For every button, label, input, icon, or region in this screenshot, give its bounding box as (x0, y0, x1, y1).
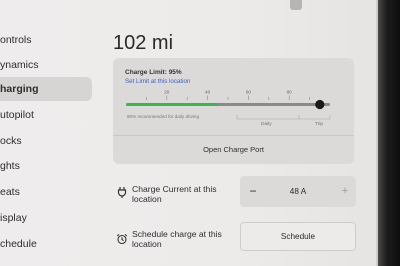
sidebar-item-label: ynamics (0, 59, 39, 71)
sidebar-item-controls[interactable]: ontrols (0, 28, 92, 52)
sidebar-item-label: ocks (0, 135, 22, 147)
sidebar-item-dynamics[interactable]: ynamics (0, 53, 92, 77)
alarm-clock-icon (116, 233, 128, 245)
open-charge-port-button[interactable]: Open Charge Port (113, 136, 354, 164)
range-display: 102 mi (113, 32, 174, 54)
schedule-button[interactable]: Schedule (240, 222, 356, 251)
schedule-charge-label: Schedule charge at this location (132, 229, 222, 249)
sidebar-item-label: eats (0, 186, 20, 198)
decrease-current-button[interactable]: − (246, 176, 260, 207)
sidebar-item-label: harging (0, 83, 39, 95)
top-tab (290, 0, 302, 10)
sidebar-item-label: isplay (0, 212, 27, 224)
sidebar-item-charging[interactable]: harging (0, 77, 92, 101)
sidebar-item-display[interactable]: isplay (0, 206, 92, 230)
charge-current-stepper: − 48 A + (240, 176, 356, 207)
charge-current-value: 48 A (289, 187, 307, 196)
sidebar-item-autopilot[interactable]: utopilot (0, 103, 92, 127)
sidebar-item-label: ghts (0, 160, 20, 172)
sidebar-item-label: chedule (0, 238, 37, 250)
trip-label: Trip (315, 122, 324, 127)
sidebar-item-label: utopilot (0, 109, 34, 121)
charge-limit-card: Charge Limit: 95% Set Limit at this loca… (113, 58, 354, 164)
sidebar-item-seats[interactable]: eats (0, 180, 92, 204)
sidebar: ontrols ynamics harging utopilot ocks gh… (0, 0, 96, 266)
daily-label: Daily (261, 122, 272, 127)
sidebar-item-schedule[interactable]: chedule (0, 232, 92, 256)
sidebar-item-lights[interactable]: ghts (0, 154, 92, 178)
sidebar-item-locks[interactable]: ocks (0, 129, 92, 153)
plug-icon (117, 187, 127, 198)
sidebar-item-label: ontrols (0, 34, 32, 46)
display-bezel (378, 0, 400, 266)
charge-current-label: Charge Current at this location (132, 184, 217, 204)
increase-current-button[interactable]: + (338, 176, 352, 207)
